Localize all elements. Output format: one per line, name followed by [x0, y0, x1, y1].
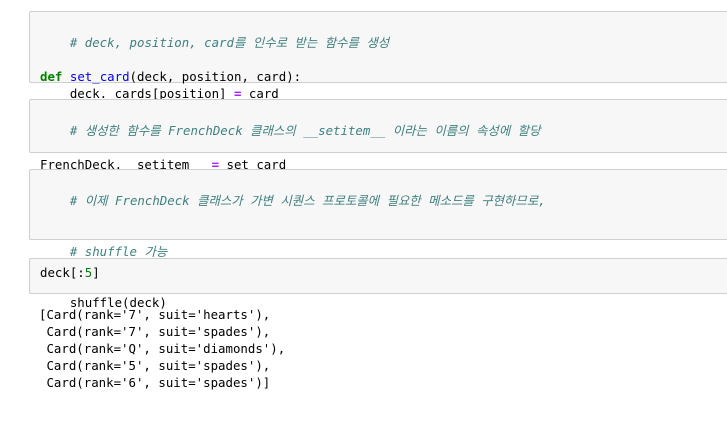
- def-keyword: def: [40, 69, 63, 84]
- comment-text: # 생성한 함수를 FrenchDeck 클래스의 __setitem__ 이라…: [69, 123, 541, 138]
- code-line-comment: # deck, position, card를 인수로 받는 함수를 생성: [40, 17, 727, 68]
- output-line: [Card(rank='7', suit='hearts'),: [39, 307, 271, 322]
- slice-suffix: ]: [92, 265, 100, 280]
- comment-text: # 이제 FrenchDeck 클래스가 가변 시퀀스 프로토콜에 필요한 메소…: [69, 193, 546, 208]
- function-name: set_card: [69, 69, 130, 84]
- function-params: (deck, position, card):: [129, 69, 302, 84]
- slice-prefix: deck[:: [40, 265, 85, 280]
- code-cell-shuffle[interactable]: # 이제 FrenchDeck 클래스가 가변 시퀀스 프로토콜에 필요한 메소…: [29, 169, 727, 310]
- code-line-slice: deck[:5]: [40, 264, 727, 281]
- output-line: Card(rank='5', suit='spades'),: [39, 358, 271, 373]
- code-cell-assign-setitem[interactable]: # 생성한 함수를 FrenchDeck 클래스의 __setitem__ 이라…: [29, 99, 727, 172]
- code-line-def: def set_card(deck, position, card):: [40, 68, 727, 85]
- code-cell-slice-deck[interactable]: deck[:5]: [29, 258, 727, 294]
- comment-text: # shuffle 가능: [69, 244, 168, 259]
- code-cell-define-set-card[interactable]: # deck, position, card를 인수로 받는 함수를 생성 de…: [29, 11, 727, 101]
- code-line-comment: # 이제 FrenchDeck 클래스가 가변 시퀀스 프로토콜에 필요한 메소…: [40, 175, 727, 226]
- output-line: Card(rank='6', suit='spades')]: [39, 375, 271, 390]
- output-line: Card(rank='Q', suit='diamonds'),: [39, 341, 286, 356]
- output-line: Card(rank='7', suit='spades'),: [39, 324, 271, 339]
- comment-text: # deck, position, card를 인수로 받는 함수를 생성: [69, 35, 390, 50]
- cell-output: [Card(rank='7', suit='hearts'), Card(ran…: [39, 306, 719, 391]
- code-line-comment: # 생성한 함수를 FrenchDeck 클래스의 __setitem__ 이라…: [40, 105, 727, 156]
